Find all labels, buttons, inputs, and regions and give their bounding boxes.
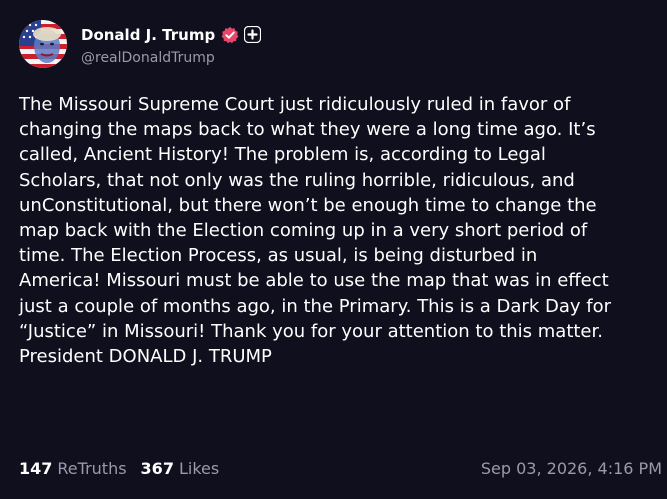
author-handle[interactable]: @realDonaldTrump xyxy=(81,50,261,66)
post-text-line: America! Missouri must be able to use th… xyxy=(19,270,609,292)
post-timestamp[interactable]: Sep 03, 2026, 4:16 PM xyxy=(481,459,662,478)
likes-count: 367 xyxy=(140,458,174,478)
retruths-label: ReTruths xyxy=(57,458,127,478)
avatar[interactable] xyxy=(19,20,67,68)
retruths-stat[interactable]: 147 ReTruths xyxy=(19,459,127,478)
likes-label: Likes xyxy=(178,458,220,478)
author-display-name[interactable]: Donald J. Trump xyxy=(81,26,215,44)
plus-badge-icon xyxy=(244,26,262,43)
post-text-line: The Missouri Supreme Court just ridiculo… xyxy=(19,94,571,115)
post-text: The Missouri Supreme Court just ridiculo… xyxy=(19,92,664,369)
post-header: Donald J. Trump @realDonaldTrump xyxy=(19,18,262,70)
post-text-line: time. The Election Process, as usual, is… xyxy=(19,245,538,267)
post-text-line: Scholars, that not only was the ruling h… xyxy=(19,169,575,191)
post-text-line: President DONALD J. TRUMP xyxy=(19,346,272,368)
post-footer: 147 ReTruths 367 Likes Sep 03, 2026, 4:1… xyxy=(19,457,662,479)
avatar-flag-face-icon xyxy=(19,20,67,68)
verified-badge-icon xyxy=(221,26,239,43)
likes-stat[interactable]: 367 Likes xyxy=(141,459,220,478)
post-text-line: “Justice” in Missouri! Thank you for you… xyxy=(19,320,603,342)
retruths-count: 147 xyxy=(19,458,53,478)
post-text-line: changing the maps back to what they were… xyxy=(19,119,596,141)
author-names: Donald J. Trump @realDonaldTrump xyxy=(81,23,262,66)
post-text-line: unConstitutional, but there won’t be eno… xyxy=(19,194,597,216)
post-text-line: map back with the Election coming up in … xyxy=(19,220,588,242)
post-text-line: just a couple of months ago, in the Prim… xyxy=(19,295,611,317)
post-text-line: called, Ancient History! The problem is,… xyxy=(19,144,546,166)
name-row: Donald J. Trump xyxy=(81,23,262,47)
